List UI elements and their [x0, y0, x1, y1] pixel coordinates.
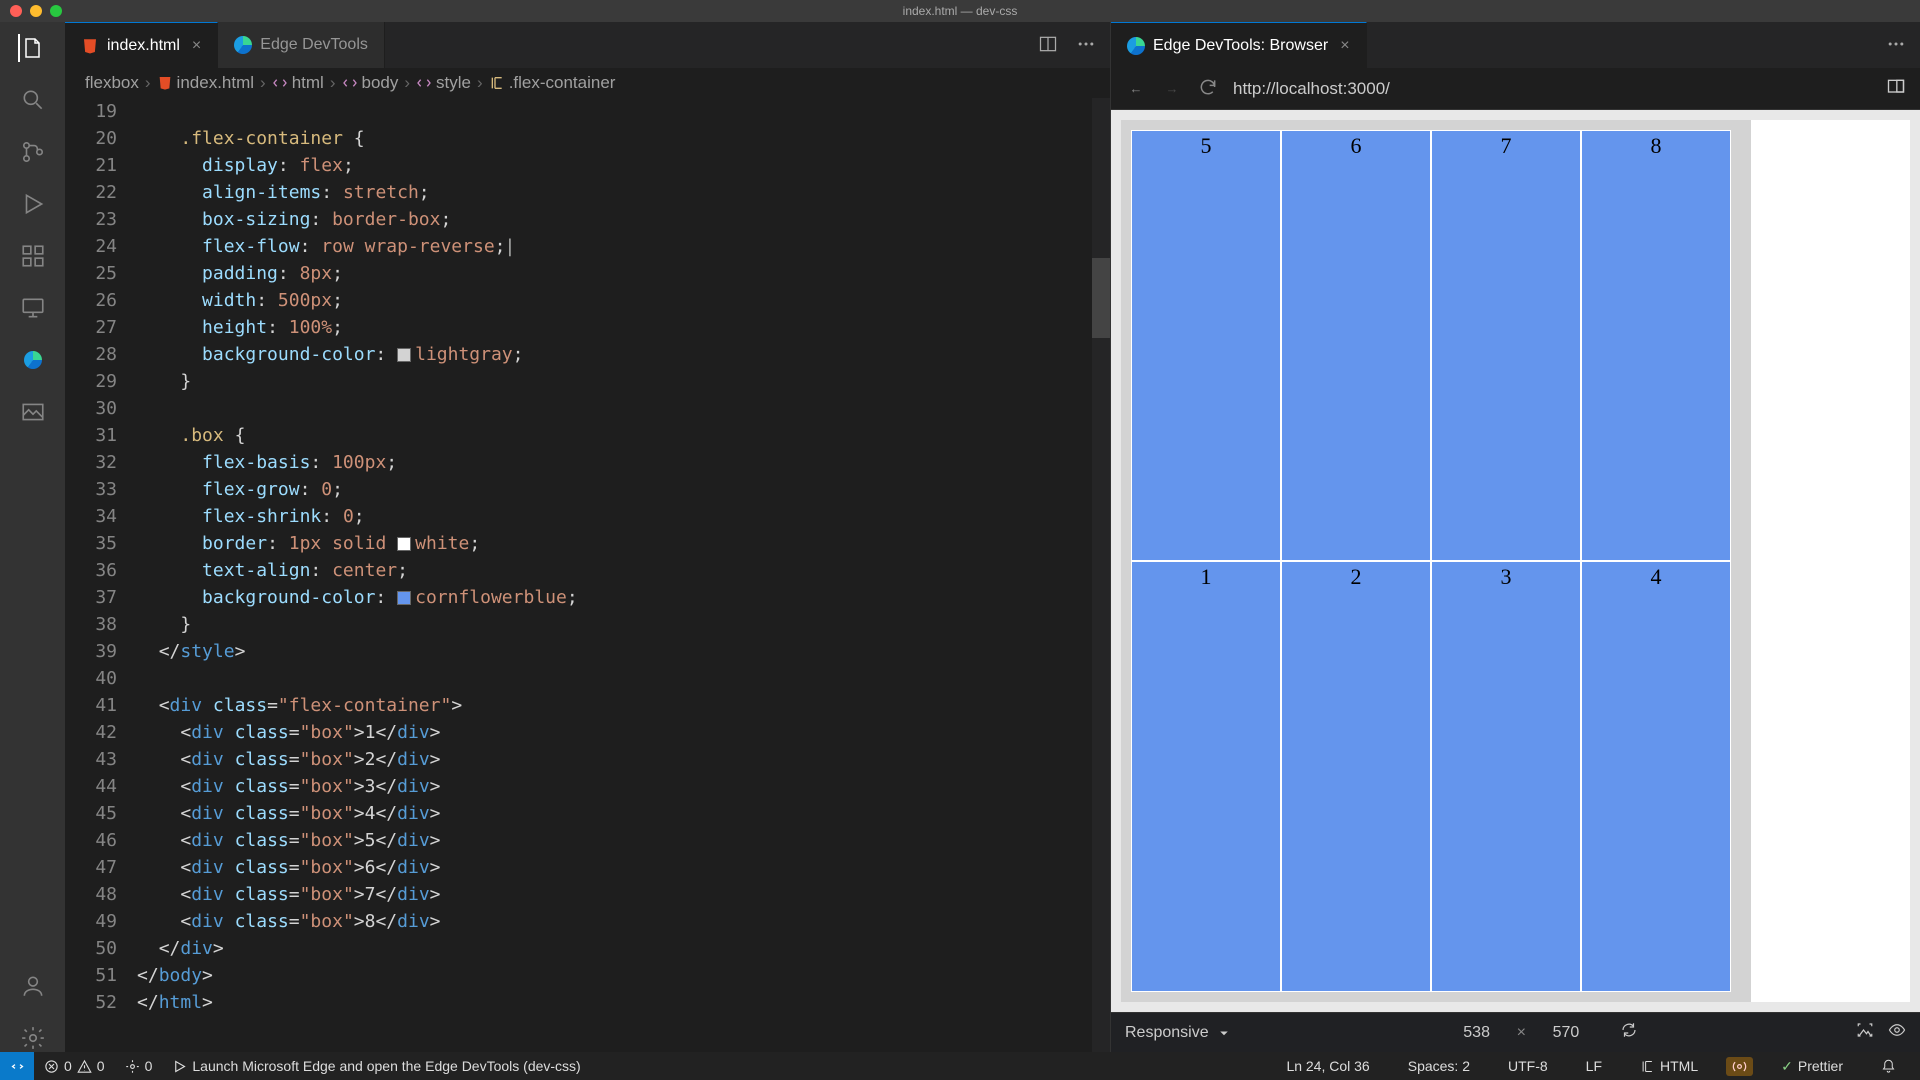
language-mode[interactable]: HTML [1630, 1058, 1708, 1074]
code-editor[interactable]: 1920212223242526272829303132333435363738… [65, 98, 1110, 1052]
remote-explorer-icon[interactable] [19, 294, 47, 322]
code-content[interactable]: .flex-container { display: flex; align-i… [137, 98, 1110, 1052]
extensions-icon[interactable] [19, 242, 47, 270]
viewport-width-input[interactable] [1451, 1024, 1503, 1042]
port-forward-indicator[interactable]: 0 [115, 1058, 163, 1074]
emulate-vision-icon[interactable] [1888, 1021, 1906, 1044]
html-file-icon [81, 37, 99, 55]
breadcrumb[interactable]: flexbox › index.html › html › body › sty… [65, 68, 1110, 98]
activity-bar [0, 22, 65, 1052]
status-bar: 0 0 0 Launch Microsoft Edge and open the… [0, 1052, 1920, 1080]
breadcrumb-folder[interactable]: flexbox [85, 73, 139, 93]
breadcrumb-html[interactable]: html [272, 73, 324, 93]
preview-box: 8 [1581, 130, 1731, 561]
preview-box: 4 [1581, 561, 1731, 992]
source-control-icon[interactable] [19, 138, 47, 166]
search-icon[interactable] [19, 86, 47, 114]
edge-icon [234, 36, 252, 54]
more-actions-icon[interactable] [1076, 34, 1096, 57]
accounts-icon[interactable] [19, 972, 47, 1000]
forward-button[interactable]: → [1161, 81, 1183, 96]
reload-button[interactable] [1197, 77, 1219, 100]
more-actions-icon[interactable] [1886, 34, 1906, 57]
screenshot-icon[interactable] [1856, 1021, 1874, 1044]
url-bar[interactable]: http://localhost:3000/ [1233, 79, 1872, 99]
encoding-status[interactable]: UTF-8 [1498, 1058, 1558, 1074]
breadcrumb-file[interactable]: index.html [157, 73, 254, 93]
device-selector[interactable]: Responsive [1125, 1024, 1233, 1042]
edge-icon [1127, 37, 1145, 55]
chevron-down-icon [1215, 1024, 1233, 1042]
close-window-button[interactable] [10, 5, 22, 17]
close-tab-icon[interactable]: × [1340, 37, 1349, 55]
cursor-position[interactable]: Ln 24, Col 36 [1276, 1058, 1379, 1074]
tab-index-html[interactable]: index.html × [65, 22, 218, 68]
browser-viewport: 12345678 [1111, 110, 1920, 1012]
browser-tabs: Edge DevTools: Browser × [1111, 22, 1920, 68]
problems-indicator[interactable]: 0 0 [34, 1058, 115, 1074]
browser-pane: Edge DevTools: Browser × ← → http://loca… [1110, 22, 1920, 1052]
notifications-icon[interactable] [1871, 1059, 1906, 1074]
preview-box: 3 [1431, 561, 1581, 992]
preview-box: 7 [1431, 130, 1581, 561]
tab-label: Edge DevTools: Browser [1153, 37, 1328, 55]
back-button[interactable]: ← [1125, 81, 1147, 96]
indentation-status[interactable]: Spaces: 2 [1398, 1058, 1480, 1074]
split-editor-icon[interactable] [1038, 34, 1058, 57]
line-number-gutter: 1920212223242526272829303132333435363738… [65, 98, 137, 1052]
launch-hint[interactable]: Launch Microsoft Edge and open the Edge … [162, 1058, 590, 1074]
window-controls [10, 5, 62, 17]
viewport-height-input[interactable] [1540, 1024, 1592, 1042]
dimension-x-icon: × [1517, 1024, 1526, 1042]
preview-box: 2 [1281, 561, 1431, 992]
open-devtools-icon[interactable] [1886, 77, 1906, 100]
preview-box: 6 [1281, 130, 1431, 561]
device-toolbar: Responsive × [1111, 1012, 1920, 1052]
titlebar: index.html — dev-css [0, 0, 1920, 22]
breadcrumb-body[interactable]: body [342, 73, 399, 93]
maximize-window-button[interactable] [50, 5, 62, 17]
editor-tabs: index.html × Edge DevTools [65, 22, 1110, 68]
run-debug-icon[interactable] [19, 190, 47, 218]
explorer-icon[interactable] [18, 34, 46, 62]
preview-box: 1 [1131, 561, 1281, 992]
browser-toolbar: ← → http://localhost:3000/ [1111, 68, 1920, 110]
tab-label: index.html [107, 37, 180, 55]
edge-tools-icon[interactable] [19, 346, 47, 374]
eol-status[interactable]: LF [1576, 1058, 1612, 1074]
tab-edge-devtools[interactable]: Edge DevTools [218, 22, 385, 68]
image-preview-icon[interactable] [19, 398, 47, 426]
editor-area: index.html × Edge DevTools flexbox › ind… [65, 22, 1110, 1052]
preview-box: 5 [1131, 130, 1281, 561]
tab-label: Edge DevTools [260, 36, 368, 54]
prettier-status[interactable]: ✓ Prettier [1771, 1058, 1853, 1075]
settings-gear-icon[interactable] [19, 1024, 47, 1052]
tab-browser[interactable]: Edge DevTools: Browser × [1111, 22, 1367, 68]
window-title: index.html — dev-css [903, 4, 1018, 18]
rotate-icon[interactable] [1620, 1021, 1638, 1044]
close-tab-icon[interactable]: × [192, 37, 201, 55]
minimap[interactable] [1092, 98, 1110, 1052]
remote-indicator[interactable] [0, 1052, 34, 1080]
go-live-indicator[interactable] [1726, 1057, 1753, 1076]
flex-container-preview: 12345678 [1121, 120, 1751, 1002]
breadcrumb-selector[interactable]: .flex-container [489, 73, 616, 93]
minimize-window-button[interactable] [30, 5, 42, 17]
breadcrumb-style[interactable]: style [416, 73, 471, 93]
